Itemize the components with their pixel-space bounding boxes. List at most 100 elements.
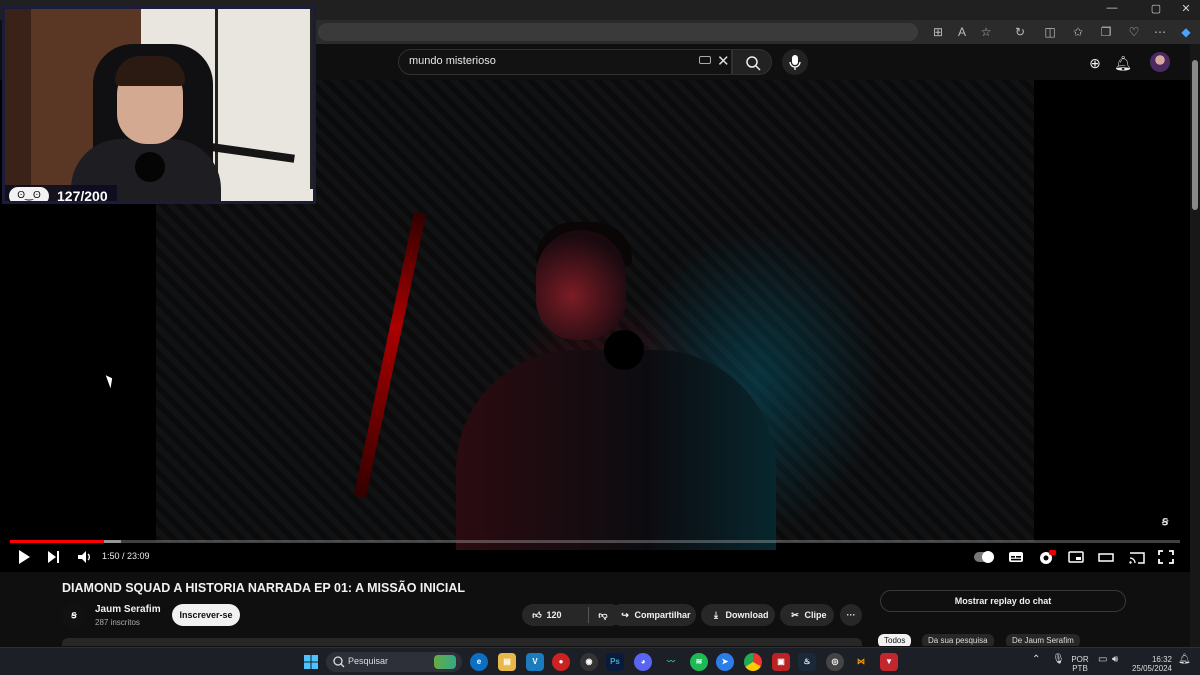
taskbar-search-icon: [333, 656, 345, 668]
grid-icon[interactable]: ⊞: [930, 24, 946, 40]
minimize-button[interactable]: —: [1098, 2, 1126, 14]
vegas-icon[interactable]: V: [526, 653, 544, 671]
autoplay-toggle[interactable]: [974, 551, 994, 563]
chat-app-icon[interactable]: ●: [552, 653, 570, 671]
webcam-overlay: ʘ‿ʘ 127/200: [2, 6, 316, 204]
edge-icon[interactable]: e: [470, 653, 488, 671]
clip-button[interactable]: ✂ Clipe: [780, 604, 834, 626]
more-actions-button[interactable]: ···: [840, 604, 862, 626]
like-count: 120: [546, 610, 562, 620]
subscribe-button[interactable]: Inscrever-se: [172, 604, 240, 626]
play-button[interactable]: [16, 548, 32, 570]
microphone: [604, 330, 644, 370]
fullscreen-icon: [1158, 550, 1174, 564]
cast-button[interactable]: [1128, 548, 1146, 570]
split-screen-icon[interactable]: ◫: [1042, 24, 1058, 40]
like-button[interactable]: 👍︎ 120: [530, 604, 562, 626]
voice-search-button[interactable]: [782, 49, 808, 75]
file-explorer-icon[interactable]: ▤: [498, 653, 516, 671]
app-wave-icon[interactable]: 〰: [662, 653, 680, 671]
subscriber-count: 287 inscritos: [95, 618, 140, 627]
youtube-header: mundo misterioso ✕ ⊕ 🔔︎: [316, 44, 1200, 80]
maximize-button[interactable]: ▢: [1142, 2, 1170, 15]
close-window-button[interactable]: ✕: [1172, 2, 1200, 15]
counter-value: 127/200: [57, 188, 108, 204]
tray-clock[interactable]: 16:32 25/05/2024: [1130, 655, 1172, 673]
app-blue-icon[interactable]: ➤: [716, 653, 734, 671]
tray-mic-icon[interactable]: 🎙︎: [1052, 655, 1065, 665]
discord-icon[interactable]: ◕: [634, 653, 652, 671]
app-red-icon[interactable]: ▣: [772, 653, 790, 671]
search-icon: [746, 56, 761, 71]
read-aloud-icon[interactable]: A: [954, 24, 970, 40]
obs-icon[interactable]: ◎: [826, 653, 844, 671]
webcam-shelf: [215, 9, 313, 189]
clock-time: 16:32: [1151, 655, 1172, 664]
search-input[interactable]: mundo misterioso ✕: [398, 49, 732, 75]
search-highlight-icon: [434, 655, 456, 669]
streamer-hair: [115, 56, 185, 86]
settings-button[interactable]: [1038, 548, 1056, 570]
miniplayer-button[interactable]: [1068, 548, 1084, 570]
tray-notifications-icon[interactable]: 🔔︎: [1178, 655, 1191, 665]
create-icon[interactable]: ⊕: [1086, 54, 1104, 72]
start-button[interactable]: [302, 653, 320, 671]
fullscreen-button[interactable]: [1158, 548, 1174, 570]
steam-icon[interactable]: ♨: [798, 653, 816, 671]
next-button[interactable]: [46, 548, 62, 570]
tray-chevron-icon[interactable]: ⌃: [1032, 655, 1040, 665]
spotify-icon[interactable]: ≋: [690, 653, 708, 671]
tray-language[interactable]: POR PTB: [1070, 655, 1090, 673]
favorite-star-icon[interactable]: ☆: [978, 24, 994, 40]
scissors-icon: ✂: [791, 610, 799, 620]
share-button[interactable]: ↪ Compartilhar: [610, 604, 696, 626]
app-shield-icon[interactable]: ▼: [880, 653, 898, 671]
search-button[interactable]: [732, 49, 772, 75]
channel-name[interactable]: Jaum Serafim: [95, 604, 161, 615]
streamer: [71, 44, 221, 201]
scroll-thumb[interactable]: [1192, 60, 1198, 210]
chip-from-channel[interactable]: De Jaum Serafim: [1006, 634, 1080, 646]
browser-toolbar: ⊞ A ☆ ↻ ◫ ✩ ❐ ♡ ⋯ ◆: [316, 20, 1200, 44]
show-chat-replay-button[interactable]: Mostrar replay do chat: [880, 590, 1126, 612]
page-scrollbar[interactable]: [1190, 44, 1200, 647]
settings-icon[interactable]: ⋯: [1152, 24, 1168, 40]
github-icon[interactable]: ◉: [580, 653, 598, 671]
chrome-icon[interactable]: [744, 653, 762, 671]
goal-counter: ʘ‿ʘ 127/200: [5, 185, 117, 204]
description-box[interactable]: [62, 638, 862, 646]
notifications-icon[interactable]: 🔔︎: [1114, 54, 1132, 72]
clock-date: 25/05/2024: [1131, 664, 1172, 673]
download-icon: ⤓: [714, 610, 718, 620]
language-code: POR: [1071, 655, 1089, 664]
progress-bar[interactable]: [10, 540, 1180, 543]
channel-watermark[interactable]: ꞩ: [1162, 514, 1168, 528]
clear-search-icon[interactable]: ✕: [717, 52, 730, 70]
tray-display-icon[interactable]: ▭: [1098, 655, 1107, 665]
taskbar-search[interactable]: Pesquisar: [326, 652, 462, 672]
volume-icon: [78, 551, 90, 563]
download-button[interactable]: ⤓ Download: [701, 604, 775, 626]
chip-from-search[interactable]: Da sua pesquisa: [922, 634, 994, 646]
copilot-icon[interactable]: ◆: [1178, 24, 1194, 40]
refresh-icon[interactable]: ↻: [1012, 24, 1028, 40]
channel-avatar[interactable]: ꞩ: [62, 604, 86, 628]
chip-all[interactable]: Todos: [878, 634, 912, 646]
address-bar[interactable]: [318, 23, 918, 41]
account-avatar[interactable]: [1150, 52, 1170, 72]
keyboard-icon[interactable]: [699, 56, 711, 64]
volume-button[interactable]: [76, 548, 94, 570]
microphone-icon: [789, 55, 801, 70]
subtitles-button[interactable]: [1008, 548, 1024, 570]
favorites-icon[interactable]: ✩: [1070, 24, 1086, 40]
app-orange-icon[interactable]: ⋈: [852, 653, 870, 671]
collections-icon[interactable]: ❐: [1098, 24, 1114, 40]
share-label: Compartilhar: [634, 610, 691, 620]
photoshop-icon[interactable]: Ps: [606, 653, 624, 671]
thumbs-down-icon[interactable]: 👎︎: [596, 604, 610, 626]
heart-icon[interactable]: ♡: [1126, 24, 1142, 40]
miniplayer-icon: [1068, 551, 1084, 563]
video-title: DIAMOND SQUAD A HISTORIA NARRADA EP 01: …: [62, 581, 466, 595]
theater-mode-button[interactable]: [1098, 548, 1114, 570]
tray-volume-icon[interactable]: 🔊︎: [1112, 655, 1118, 665]
